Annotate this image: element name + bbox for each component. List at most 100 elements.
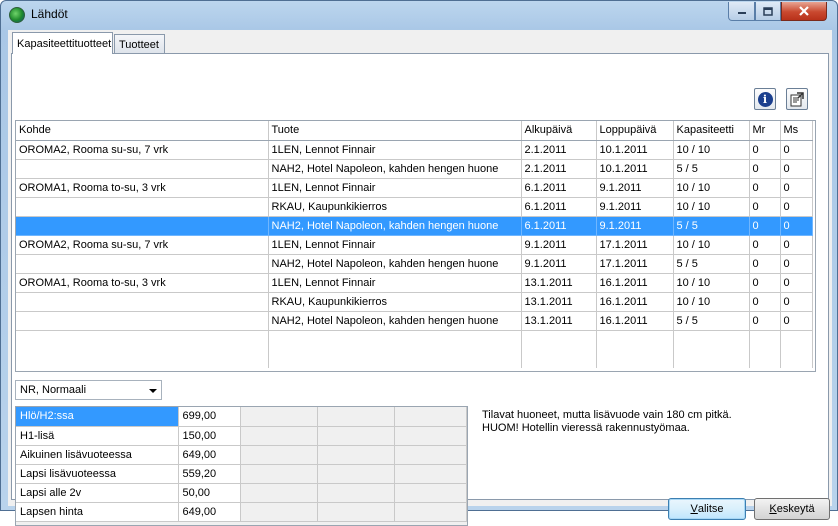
cell-mr: 0 bbox=[749, 197, 781, 217]
column-header-mr[interactable]: Mr bbox=[749, 121, 781, 141]
cell-tuote: 1LEN, Lennot Finnair bbox=[268, 235, 522, 255]
cell-alkupaiva: 2.1.2011 bbox=[521, 159, 597, 179]
empty-cell bbox=[240, 426, 318, 446]
cell-loppupaiva: 9.1.2011 bbox=[596, 178, 674, 198]
keskeyta-accelerator: K bbox=[769, 503, 777, 515]
empty-cell bbox=[268, 330, 522, 349]
cell-alkupaiva: 13.1.2011 bbox=[521, 311, 597, 331]
price-row[interactable]: Aikuinen lisävuoteessa 649,00 bbox=[16, 445, 467, 465]
cell-ms: 0 bbox=[780, 311, 813, 331]
table-row[interactable]: NAH2, Hotel Napoleon, kahden hengen huon… bbox=[16, 216, 813, 236]
cell-kohde: OROMA2, Rooma su-su, 7 vrk bbox=[16, 140, 269, 160]
column-header-ms[interactable]: Ms bbox=[780, 121, 813, 141]
cell-kohde: OROMA2, Rooma su-su, 7 vrk bbox=[16, 235, 269, 255]
empty-cell bbox=[240, 483, 318, 503]
price-row[interactable]: Lapsi lisävuoteessa 559,20 bbox=[16, 464, 467, 484]
cell-ms: 0 bbox=[780, 178, 813, 198]
price-row[interactable]: H1-lisä 150,00 bbox=[16, 426, 467, 446]
cell-mr: 0 bbox=[749, 159, 781, 179]
empty-cell bbox=[240, 407, 318, 427]
window-title: Lähdöt bbox=[31, 7, 68, 21]
empty-cell bbox=[317, 445, 395, 465]
empty-cell bbox=[394, 483, 467, 503]
departures-grid[interactable]: Kohde Tuote Alkupäivä Loppupäivä Kapasit… bbox=[15, 120, 816, 372]
cell-kohde bbox=[16, 159, 269, 179]
cell-alkupaiva: 9.1.2011 bbox=[521, 235, 597, 255]
cell-kohde: OROMA1, Rooma to-su, 3 vrk bbox=[16, 273, 269, 293]
empty-cell bbox=[317, 502, 395, 522]
empty-cell bbox=[268, 349, 522, 368]
cell-loppupaiva: 17.1.2011 bbox=[596, 235, 674, 255]
prices-grid[interactable]: Hlö/H2:ssa 699,00 H1-lisä 150,00 Aikuinen li… bbox=[15, 406, 468, 526]
tab-kapasiteettituotteet[interactable]: Kapasiteettituotteet bbox=[12, 32, 113, 54]
table-row[interactable]: RKAU, Kaupunkikierros 13.1.2011 16.1.2011 1… bbox=[16, 292, 813, 312]
cell-loppupaiva: 16.1.2011 bbox=[596, 292, 674, 312]
column-header-alkupaiva[interactable]: Alkupäivä bbox=[521, 121, 597, 141]
cell-tuote: RKAU, Kaupunkikierros bbox=[268, 292, 522, 312]
table-row[interactable]: OROMA2, Rooma su-su, 7 vrk 1LEN, Lennot F… bbox=[16, 235, 813, 255]
cell-ms: 0 bbox=[780, 140, 813, 160]
table-row[interactable]: OROMA1, Rooma to-su, 3 vrk 1LEN, Lennot F… bbox=[16, 178, 813, 198]
maximize-icon bbox=[763, 6, 773, 16]
empty-cell bbox=[317, 426, 395, 446]
cell-kohde: OROMA1, Rooma to-su, 3 vrk bbox=[16, 178, 269, 198]
empty-cell bbox=[521, 349, 597, 368]
maximize-button[interactable] bbox=[755, 2, 781, 21]
title-bar[interactable]: Lähdöt bbox=[1, 1, 837, 28]
info-button[interactable]: i bbox=[754, 88, 776, 110]
empty-cell bbox=[780, 349, 813, 368]
cell-ms: 0 bbox=[780, 216, 813, 236]
cell-loppupaiva: 9.1.2011 bbox=[596, 197, 674, 217]
empty-cell bbox=[780, 330, 813, 349]
empty-cell bbox=[596, 330, 674, 349]
properties-icon bbox=[790, 92, 804, 107]
cell-tuote: 1LEN, Lennot Finnair bbox=[268, 178, 522, 198]
cell-kapasiteetti: 10 / 10 bbox=[673, 140, 750, 160]
price-row[interactable]: Hlö/H2:ssa 699,00 bbox=[16, 407, 467, 427]
column-header-kapasiteetti[interactable]: Kapasiteetti bbox=[673, 121, 750, 141]
price-label: H1-lisä bbox=[16, 426, 179, 446]
app-icon bbox=[9, 7, 25, 23]
column-header-loppupaiva[interactable]: Loppupäivä bbox=[596, 121, 674, 141]
valitse-button[interactable]: Valitse bbox=[668, 498, 746, 520]
tab-tuotteet[interactable]: Tuotteet bbox=[114, 34, 165, 54]
close-button[interactable] bbox=[781, 2, 827, 21]
empty-cell bbox=[596, 349, 674, 368]
table-row[interactable]: RKAU, Kaupunkikierros 6.1.2011 9.1.2011 10 … bbox=[16, 197, 813, 217]
cell-mr: 0 bbox=[749, 178, 781, 198]
table-row[interactable]: NAH2, Hotel Napoleon, kahden hengen huon… bbox=[16, 311, 813, 331]
empty-cell bbox=[240, 464, 318, 484]
tab-panel: i Kohde Tuote Alkupäivä Loppupäivä Kapas… bbox=[11, 53, 830, 526]
cell-loppupaiva: 10.1.2011 bbox=[596, 140, 674, 160]
info-icon: i bbox=[757, 91, 773, 107]
cell-kapasiteetti: 10 / 10 bbox=[673, 235, 750, 255]
properties-button[interactable] bbox=[786, 88, 808, 110]
table-row[interactable]: OROMA2, Rooma su-su, 7 vrk 1LEN, Lennot F… bbox=[16, 140, 813, 160]
empty-cell bbox=[749, 330, 781, 349]
cell-tuote: NAH2, Hotel Napoleon, kahden hengen huon… bbox=[268, 216, 522, 236]
table-row[interactable]: NAH2, Hotel Napoleon, kahden hengen huon… bbox=[16, 159, 813, 179]
price-row[interactable]: Lapsi alle 2v 50,00 bbox=[16, 483, 467, 503]
cell-kapasiteetti: 10 / 10 bbox=[673, 197, 750, 217]
column-header-tuote[interactable]: Tuote bbox=[268, 121, 522, 141]
cell-kohde bbox=[16, 311, 269, 331]
empty-cell bbox=[240, 445, 318, 465]
table-row[interactable]: OROMA1, Rooma to-su, 3 vrk 1LEN, Lennot F… bbox=[16, 273, 813, 293]
empty-row bbox=[16, 349, 813, 368]
minimize-button[interactable] bbox=[728, 2, 755, 21]
cell-kapasiteetti: 10 / 10 bbox=[673, 273, 750, 293]
cell-tuote: RKAU, Kaupunkikierros bbox=[268, 197, 522, 217]
price-row[interactable]: Lapsen hinta 649,00 bbox=[16, 502, 467, 522]
empty-row bbox=[16, 330, 813, 349]
product-note: Tilavat huoneet, mutta lisävuode vain 18… bbox=[482, 409, 732, 435]
cell-tuote: NAH2, Hotel Napoleon, kahden hengen huon… bbox=[268, 254, 522, 274]
empty-cell bbox=[673, 349, 750, 368]
empty-cell bbox=[394, 426, 467, 446]
table-row[interactable]: NAH2, Hotel Napoleon, kahden hengen huon… bbox=[16, 254, 813, 274]
cell-kapasiteetti: 5 / 5 bbox=[673, 216, 750, 236]
cell-loppupaiva: 16.1.2011 bbox=[596, 311, 674, 331]
column-header-kohde[interactable]: Kohde bbox=[16, 121, 269, 141]
keskeyta-button[interactable]: Keskeytä bbox=[754, 498, 830, 520]
price-type-dropdown[interactable]: NR, Normaali bbox=[15, 380, 162, 400]
cell-kapasiteetti: 5 / 5 bbox=[673, 254, 750, 274]
